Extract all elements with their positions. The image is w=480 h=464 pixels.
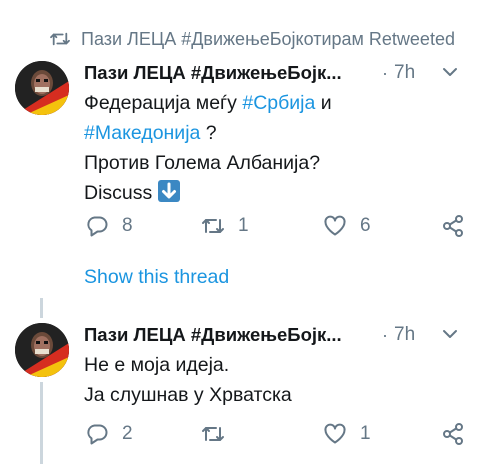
separator-dot: · [382, 62, 388, 83]
share-button[interactable] [440, 212, 466, 240]
reply-button[interactable]: 2 [84, 420, 133, 448]
tweet-header: Пази ЛЕЦА #ДвижењеБојк... · 7h [84, 60, 468, 86]
tweet-text-segment: ? [200, 122, 217, 144]
show-thread-link[interactable]: Show this thread [84, 266, 229, 289]
separator-dot: · [382, 324, 388, 345]
retweet-icon [202, 219, 224, 233]
share-icon [443, 423, 463, 445]
tweet[interactable]: Пази ЛЕЦА #ДвижењеБојк... · 7h Федерациј… [0, 56, 480, 306]
author-name[interactable]: Пази ЛЕЦА #ДвижењеБојк... [84, 324, 370, 346]
avatar[interactable] [15, 61, 69, 115]
tweet-text-line: Ја слушнав у Хрватска [84, 384, 292, 406]
share-button[interactable] [440, 420, 466, 448]
retweet-icon [202, 427, 224, 441]
hashtag-link[interactable]: #Македонија [84, 122, 200, 144]
tweet-text: Федерација меѓу #Србија и #Македонија ? … [84, 88, 470, 208]
tweet-text-segment: Discuss [84, 182, 158, 204]
heart-icon [324, 423, 346, 444]
chevron-down-icon[interactable] [440, 62, 462, 84]
hashtag-link[interactable]: #Србија [242, 92, 315, 114]
tweet-actions: 2 1 [84, 420, 480, 448]
retweet-icon [49, 30, 71, 48]
reply-count: 2 [122, 423, 133, 444]
tweet-text-line: Против Голема Албанија? [84, 152, 321, 174]
retweeted-banner-text: Пази ЛЕЦА #ДвижењеБојкотирам Retweeted [81, 28, 455, 49]
like-count: 6 [360, 215, 371, 236]
tweet-text-line: Не е моја идеја. [84, 354, 230, 376]
avatar[interactable] [15, 323, 69, 377]
reply-count: 8 [122, 215, 133, 236]
thread-connector-line [40, 298, 43, 318]
chevron-down-icon[interactable] [440, 324, 462, 346]
thread-connector-line [40, 382, 43, 464]
timestamp[interactable]: 7h [394, 324, 415, 346]
author-name[interactable]: Пази ЛЕЦА #ДвижењеБојк... [84, 62, 370, 84]
reply-icon [87, 424, 108, 445]
tweet-text-segment: Федерација меѓу [84, 92, 243, 114]
tweet-text: Не е моја идеја. Ја слушнав у Хрватска [84, 350, 470, 410]
reply-button[interactable]: 8 [84, 212, 133, 240]
tweet-header: Пази ЛЕЦА #ДвижењеБојк... · 7h [84, 322, 468, 348]
heart-icon [324, 215, 346, 236]
retweet-button[interactable] [200, 420, 238, 448]
like-button[interactable]: 1 [322, 420, 371, 448]
retweeted-banner: Пази ЛЕЦА #ДвижењеБојкотирам Retweeted [49, 27, 455, 51]
like-count: 1 [360, 423, 371, 444]
retweet-button[interactable]: 1 [200, 212, 249, 240]
tweet-actions: 8 1 6 [84, 212, 480, 240]
retweet-count: 1 [238, 215, 249, 236]
down-arrow-emoji-icon [157, 180, 180, 202]
like-button[interactable]: 6 [322, 212, 371, 240]
reply-icon [87, 216, 108, 237]
timestamp[interactable]: 7h [394, 62, 415, 84]
tweet[interactable]: Пази ЛЕЦА #ДвижењеБојк... · 7h Не е моја… [0, 318, 480, 464]
tweet-text-segment: и [315, 92, 332, 114]
share-icon [443, 215, 463, 237]
